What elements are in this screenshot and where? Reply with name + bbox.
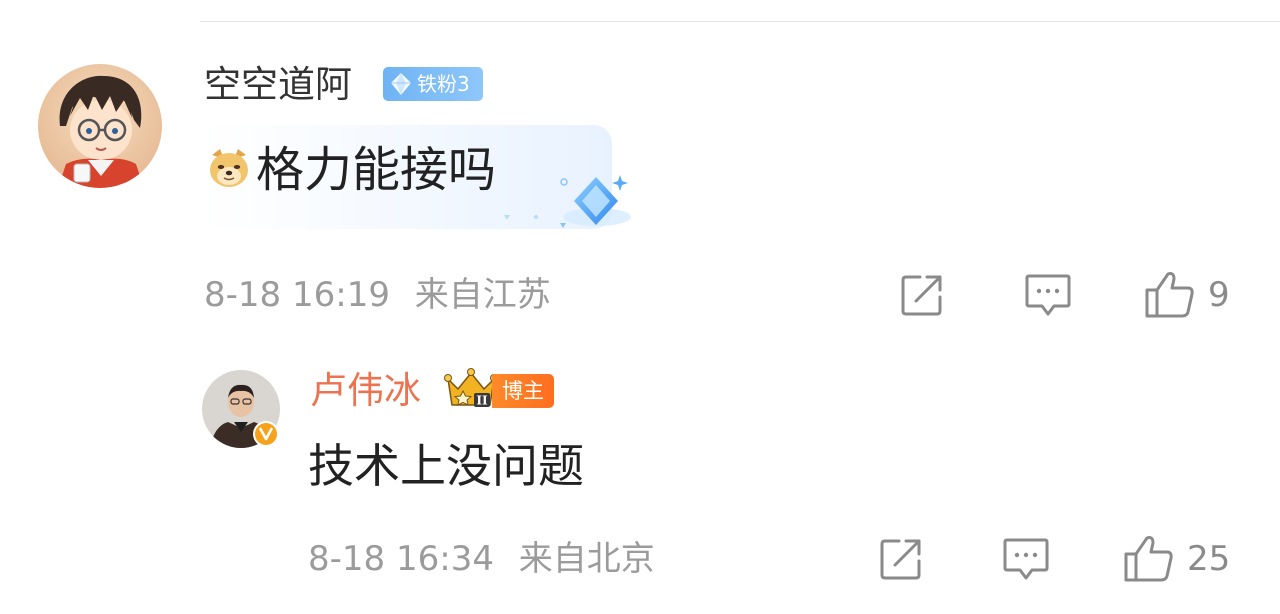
reply-like-count: 25 — [1187, 539, 1231, 579]
reply-location: 来自北京 — [518, 539, 655, 579]
share-button[interactable] — [900, 273, 946, 317]
thumbs-up-icon — [1145, 272, 1194, 318]
avatar[interactable] — [38, 64, 162, 188]
fan-crystal-decoration-icon — [504, 175, 631, 228]
like-count: 9 — [1208, 275, 1230, 315]
reply-avatar[interactable] — [202, 370, 280, 448]
comment-meta: 8-18 16:19 来自江苏 — [204, 273, 551, 317]
reply-like-button[interactable]: 25 — [1123, 534, 1230, 584]
like-button[interactable]: 9 — [1144, 270, 1230, 320]
comment-icon — [1025, 274, 1071, 316]
username[interactable]: 空空道阿 — [204, 62, 352, 108]
share-icon — [901, 275, 942, 316]
reply-time: 8-18 16:34 — [308, 539, 494, 579]
comment-icon — [1003, 538, 1049, 580]
doge-emoji-icon — [210, 149, 248, 187]
crown-level: II — [476, 394, 488, 408]
diamond-icon — [391, 73, 411, 95]
share-icon — [880, 539, 921, 580]
divider — [200, 21, 1280, 22]
reply-share-button[interactable] — [879, 537, 925, 581]
thumbs-up-icon — [1124, 536, 1173, 582]
comment-time: 8-18 16:19 — [204, 275, 390, 315]
fan-badge[interactable]: 铁粉3 — [383, 67, 483, 101]
comment-text: 格力能接吗 — [256, 142, 497, 198]
anime-avatar-icon — [38, 64, 162, 188]
comment-location: 来自江苏 — [414, 275, 551, 315]
crown-icon: II — [444, 368, 498, 408]
comment-button[interactable] — [1024, 272, 1072, 318]
blogger-badge[interactable]: 博主 — [492, 374, 554, 408]
reply-comment-button[interactable] — [1002, 536, 1050, 582]
comment-thread: 空空道阿 铁粉3 格力能接吗 8-18 16:19 来自江苏 9 卢伟冰 II … — [0, 0, 1280, 614]
reply-meta: 8-18 16:34 来自北京 — [308, 537, 655, 581]
reply-text: 技术上没问题 — [308, 439, 584, 493]
reply-username[interactable]: 卢伟冰 — [310, 368, 421, 414]
verified-v-icon — [253, 421, 279, 447]
fan-badge-label: 铁粉3 — [417, 72, 470, 96]
